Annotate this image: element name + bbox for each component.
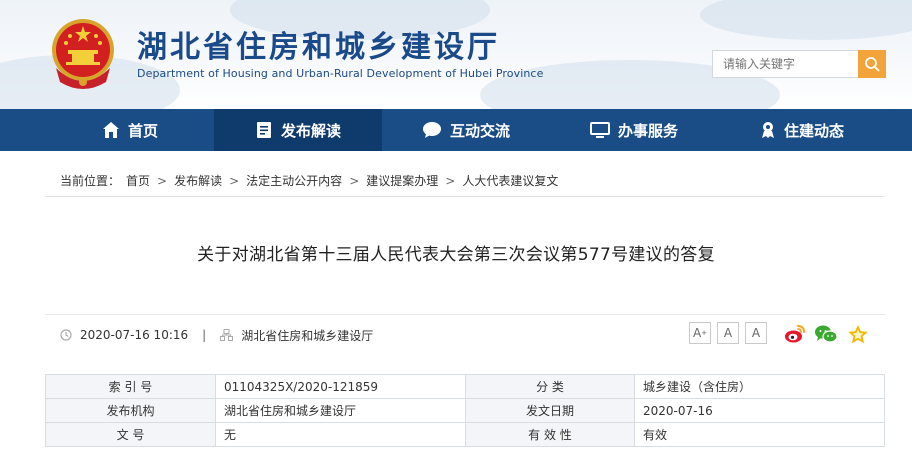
monitor-icon bbox=[589, 122, 610, 138]
main-nav: 首页 发布解读 互动交流 办事服务 住建动态 bbox=[0, 109, 912, 151]
breadcrumb-separator: > bbox=[445, 173, 456, 188]
site-header: 湖北省住房和城乡建设厅 Department of Housing and Ur… bbox=[0, 0, 912, 109]
info-label-doc-number: 文 号 bbox=[45, 422, 216, 447]
info-value-validity: 有效 bbox=[634, 422, 885, 447]
info-label-index: 索 引 号 bbox=[45, 374, 216, 399]
favorite-star-icon bbox=[848, 324, 868, 343]
nav-item-label: 办事服务 bbox=[617, 121, 678, 140]
info-label-category: 分 类 bbox=[465, 374, 635, 399]
document-info-table: 索 引 号 01104325X/2020-121859 分 类 城乡建设（含住房… bbox=[45, 374, 885, 447]
weibo-icon bbox=[785, 325, 805, 343]
share-weibo-button[interactable] bbox=[783, 323, 807, 345]
award-icon bbox=[761, 122, 774, 138]
table-row: 文 号 无 有 效 性 有效 bbox=[45, 422, 885, 447]
site-subtitle: Department of Housing and Urban-Rural De… bbox=[137, 67, 544, 80]
breadcrumb-item-proposals[interactable]: 建议提案办理 bbox=[366, 172, 438, 189]
document-icon bbox=[256, 122, 271, 138]
chat-bubble-icon bbox=[422, 122, 441, 138]
info-value-publisher: 湖北省住房和城乡建设厅 bbox=[215, 398, 466, 423]
info-value-index: 01104325X/2020-121859 bbox=[215, 374, 466, 399]
wechat-icon bbox=[815, 325, 838, 343]
clock-icon bbox=[60, 329, 72, 341]
info-value-category: 城乡建设（含住房） bbox=[634, 374, 885, 399]
article-title: 关于对湖北省第十三届人民代表大会第三次会议第577号建议的答复 bbox=[197, 245, 715, 265]
info-value-date: 2020-07-16 bbox=[634, 398, 885, 423]
meta-divider bbox=[45, 314, 885, 315]
font-size-label: A bbox=[692, 326, 702, 340]
font-size-medium-button[interactable]: A bbox=[717, 322, 739, 344]
breadcrumb: 当前位置： 首页 > 发布解读 > 法定主动公开内容 > 建议提案办理 > 人大… bbox=[60, 172, 558, 189]
info-value-doc-number: 无 bbox=[215, 422, 466, 447]
nav-item-news[interactable]: 住建动态 bbox=[718, 109, 886, 151]
organization-icon bbox=[220, 329, 234, 341]
font-size-large-button[interactable]: A + bbox=[689, 322, 711, 344]
nav-item-label: 首页 bbox=[127, 121, 158, 140]
publish-datetime: 2020-07-16 10:16 bbox=[80, 328, 189, 342]
article-meta: 2020-07-16 10:16 | 湖北省住房和城乡建设厅 bbox=[60, 326, 373, 344]
breadcrumb-prefix: 当前位置： bbox=[60, 174, 121, 188]
nav-item-label: 互动交流 bbox=[449, 121, 510, 140]
info-label-publisher: 发布机构 bbox=[45, 398, 216, 423]
info-label-date: 发文日期 bbox=[465, 398, 635, 423]
font-size-label: A bbox=[751, 326, 761, 340]
share-wechat-button[interactable] bbox=[814, 323, 838, 345]
nav-item-publish[interactable]: 发布解读 bbox=[214, 109, 382, 151]
breadcrumb-item-publish[interactable]: 发布解读 bbox=[174, 172, 222, 189]
nav-item-label: 发布解读 bbox=[280, 121, 341, 140]
font-size-label: A bbox=[723, 326, 733, 340]
breadcrumb-item-home[interactable]: 首页 bbox=[126, 172, 150, 189]
header-cloud-decoration bbox=[700, 0, 912, 40]
site-title: 湖北省住房和城乡建设厅 bbox=[137, 30, 500, 65]
search-input[interactable] bbox=[712, 50, 859, 78]
breadcrumb-divider bbox=[45, 196, 885, 197]
favorite-button[interactable] bbox=[846, 323, 870, 345]
meta-separator: | bbox=[202, 328, 207, 342]
info-label-validity: 有 效 性 bbox=[465, 422, 635, 447]
nav-item-label: 住建动态 bbox=[783, 121, 844, 140]
national-emblem-icon bbox=[52, 19, 114, 89]
nav-item-services[interactable]: 办事服务 bbox=[550, 109, 718, 151]
nav-item-home[interactable]: 首页 bbox=[46, 109, 214, 151]
font-size-small-button[interactable]: A bbox=[745, 322, 767, 344]
table-row: 发布机构 湖北省住房和城乡建设厅 发文日期 2020-07-16 bbox=[45, 398, 885, 423]
breadcrumb-item-statutory[interactable]: 法定主动公开内容 bbox=[246, 172, 342, 189]
breadcrumb-separator: > bbox=[157, 173, 168, 188]
search-button[interactable] bbox=[858, 50, 886, 78]
home-icon bbox=[102, 122, 119, 138]
breadcrumb-separator: > bbox=[349, 173, 360, 188]
search-icon bbox=[865, 57, 880, 72]
breadcrumb-item-replies[interactable]: 人大代表建议复文 bbox=[462, 172, 558, 189]
table-row: 索 引 号 01104325X/2020-121859 分 类 城乡建设（含住房… bbox=[45, 374, 885, 399]
breadcrumb-separator: > bbox=[229, 173, 240, 188]
publish-source: 湖北省住房和城乡建设厅 bbox=[241, 328, 374, 343]
nav-item-interaction[interactable]: 互动交流 bbox=[382, 109, 550, 151]
